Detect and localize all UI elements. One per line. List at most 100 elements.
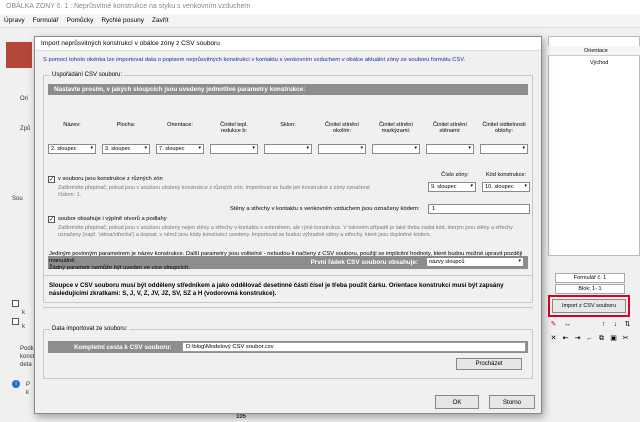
column-select[interactable]: 3. sloupec ▾ [102, 144, 150, 154]
info-columns-text: Žádný parametr nemůže být uveden ve více… [49, 265, 190, 271]
delete-icon[interactable]: ✕ [548, 334, 559, 344]
browse-button[interactable]: Procházet [456, 358, 522, 370]
arrow-up-icon[interactable]: ↑ [598, 320, 609, 330]
app-title: OBÁLKA ZÓNY č. 1 : Neprůsvitné konstrukc… [0, 0, 640, 14]
column-label: Plocha: [116, 122, 136, 128]
prev-icon[interactable]: ← [584, 334, 595, 344]
import-dialog: Import neprůsvitných konstrukcí v obálce… [34, 36, 542, 414]
paste-icon[interactable]: ▣ [608, 334, 619, 344]
bg-checkbox[interactable] [12, 318, 19, 325]
info-format: Sloupce v CSV souboru musí být odděleny … [49, 282, 504, 297]
column-label: Orientace: [167, 122, 193, 128]
pen-icon[interactable]: ✎ [548, 320, 559, 330]
chevron-down-icon: ▾ [144, 145, 147, 151]
chevron-down-icon: ▾ [414, 145, 417, 151]
column-label: Činitel stínění okolím: [325, 122, 359, 134]
openings-checkbox[interactable]: ✓ [48, 216, 55, 223]
openings-desc: Zaškrtněte přepínač, pokud jsou v soubor… [58, 225, 513, 238]
bg-table [548, 36, 640, 256]
chevron-down-icon: ▾ [522, 145, 525, 151]
code-select[interactable]: 10. sloupec ▾ [482, 182, 530, 192]
columns-header-bar: Nastavte prosím, v jakých sloupcích jsou… [48, 84, 528, 95]
col-orientace: Orientace [584, 48, 608, 54]
group-label: Data importovat ze souboru: [50, 326, 130, 332]
chevron-down-icon: ▾ [468, 145, 471, 151]
cancel-button[interactable]: Storno [489, 395, 535, 409]
dialog-title: Import neprůsvitných konstrukcí v obálce… [35, 37, 541, 51]
code-label: Kód konstrukce: [485, 172, 527, 178]
menu-pomucky[interactable]: Pomůcky [63, 14, 98, 27]
bg-label: 105 [236, 414, 247, 420]
bg-label: P [26, 382, 31, 388]
zone-select[interactable]: 9. sloupec ▾ [428, 182, 476, 192]
chevron-down-icon: ▾ [524, 183, 527, 189]
bg-label: deta [20, 362, 32, 368]
multi-zone-checkbox[interactable]: ✓ [48, 176, 55, 183]
openings-label: soubor obsahuje i výplně otvorů a podlah… [58, 216, 167, 222]
column-select[interactable]: 7. sloupec ▾ [156, 144, 204, 154]
column-label: Název: [63, 122, 81, 128]
column-select[interactable]: 2. sloupec ▾ [48, 144, 96, 154]
path-label: Kompletní cesta k CSV souboru: [74, 344, 172, 351]
chevron-down-icon: ▾ [360, 145, 363, 151]
bg-label: k [22, 310, 25, 316]
bg-label: Podk [20, 346, 34, 352]
divider [43, 307, 533, 308]
column-label: Činitel stínění markýzami: [379, 122, 413, 134]
path-bar: Kompletní cesta k CSV souboru: D:\blog\M… [48, 341, 528, 353]
bg-label: k [22, 324, 25, 330]
import-csv-button[interactable]: Import z CSV souboru [552, 299, 626, 313]
blok-counter: Blok: 1- 1 [555, 284, 625, 294]
csv-path-input[interactable]: D:\blog\Modelový CSV soubor.csv [182, 342, 526, 352]
chevron-down-icon: ▾ [306, 145, 309, 151]
cell-vychod: Východ [590, 60, 609, 66]
arrow-left-right-icon[interactable]: ↔ [562, 320, 573, 330]
column-label: Činitel viditelnosti oblohy: [482, 122, 526, 134]
brick-icon [6, 42, 32, 68]
column-select[interactable]: ▾ [372, 144, 420, 154]
bg-label: konst [20, 354, 35, 360]
chevron-down-icon: ▾ [198, 145, 201, 151]
ok-button[interactable]: OK [435, 395, 479, 409]
formular-counter: Formulář č. 1 [555, 273, 625, 283]
bg-checkbox[interactable] [12, 300, 19, 307]
bg-label: k [26, 390, 29, 396]
menu-formular[interactable]: Formulář [29, 14, 63, 27]
last-icon[interactable]: ⇥ [572, 334, 583, 344]
sort-icon[interactable]: ⇅ [622, 320, 633, 330]
column-select[interactable]: ▾ [264, 144, 312, 154]
toolbar: ✎ ↔ ↑ ↓ ⇅ ✕ ⇤ ⇥ ← ⧉ ▣ ✂ [548, 320, 640, 350]
column-select[interactable]: ▾ [318, 144, 366, 154]
divider [43, 275, 533, 276]
info-icon: i [12, 380, 20, 388]
menu-rychle-posuny[interactable]: Rychlé posuny [97, 14, 148, 27]
menu-zavrit[interactable]: Zavřít [148, 14, 173, 27]
bg-label: Způ [20, 126, 31, 132]
chevron-down-icon: ▾ [90, 145, 93, 151]
column-select-value: 3. sloupec [105, 146, 131, 152]
arrow-down-icon[interactable]: ↓ [610, 320, 621, 330]
walls-code-input[interactable]: 1 [428, 204, 530, 214]
menu-upravy[interactable]: Úpravy [0, 14, 29, 27]
group-label: Uspořádání CSV souboru: [50, 72, 125, 78]
cut-icon[interactable]: ✂ [620, 334, 631, 344]
multi-zone-label: v souboru jsou konstrukce z různých zón [58, 176, 163, 182]
zone-label: Číslo zóny: [441, 172, 469, 178]
bg-table-header: Orientace [548, 46, 640, 56]
chevron-down-icon: ▾ [470, 183, 473, 189]
column-select-value: 2. sloupec [51, 146, 77, 152]
column-label: Sklon: [280, 122, 296, 128]
menu-bar: Úpravy Formulář Pomůcky Rychlé posuny Zavřít [0, 14, 640, 28]
copy-icon[interactable]: ⧉ [596, 334, 607, 344]
column-label: Činitel tepl. redukce b: [220, 122, 248, 134]
chevron-down-icon: ▾ [252, 145, 255, 151]
file-group: Data importovat ze souboru: Kompletní ce… [43, 326, 533, 379]
multi-zone-desc: Zaškrtněte přepínač, pokud jsou v soubor… [58, 185, 370, 198]
bg-label: Ori [20, 96, 28, 102]
column-select[interactable]: ▾ [426, 144, 474, 154]
first-icon[interactable]: ⇤ [560, 334, 571, 344]
column-select[interactable]: ▾ [210, 144, 258, 154]
info-optional: Jediným povinným parametrem je název kon… [49, 251, 539, 272]
column-select-value: 7. sloupec [159, 146, 185, 152]
column-select[interactable]: ▾ [480, 144, 528, 154]
